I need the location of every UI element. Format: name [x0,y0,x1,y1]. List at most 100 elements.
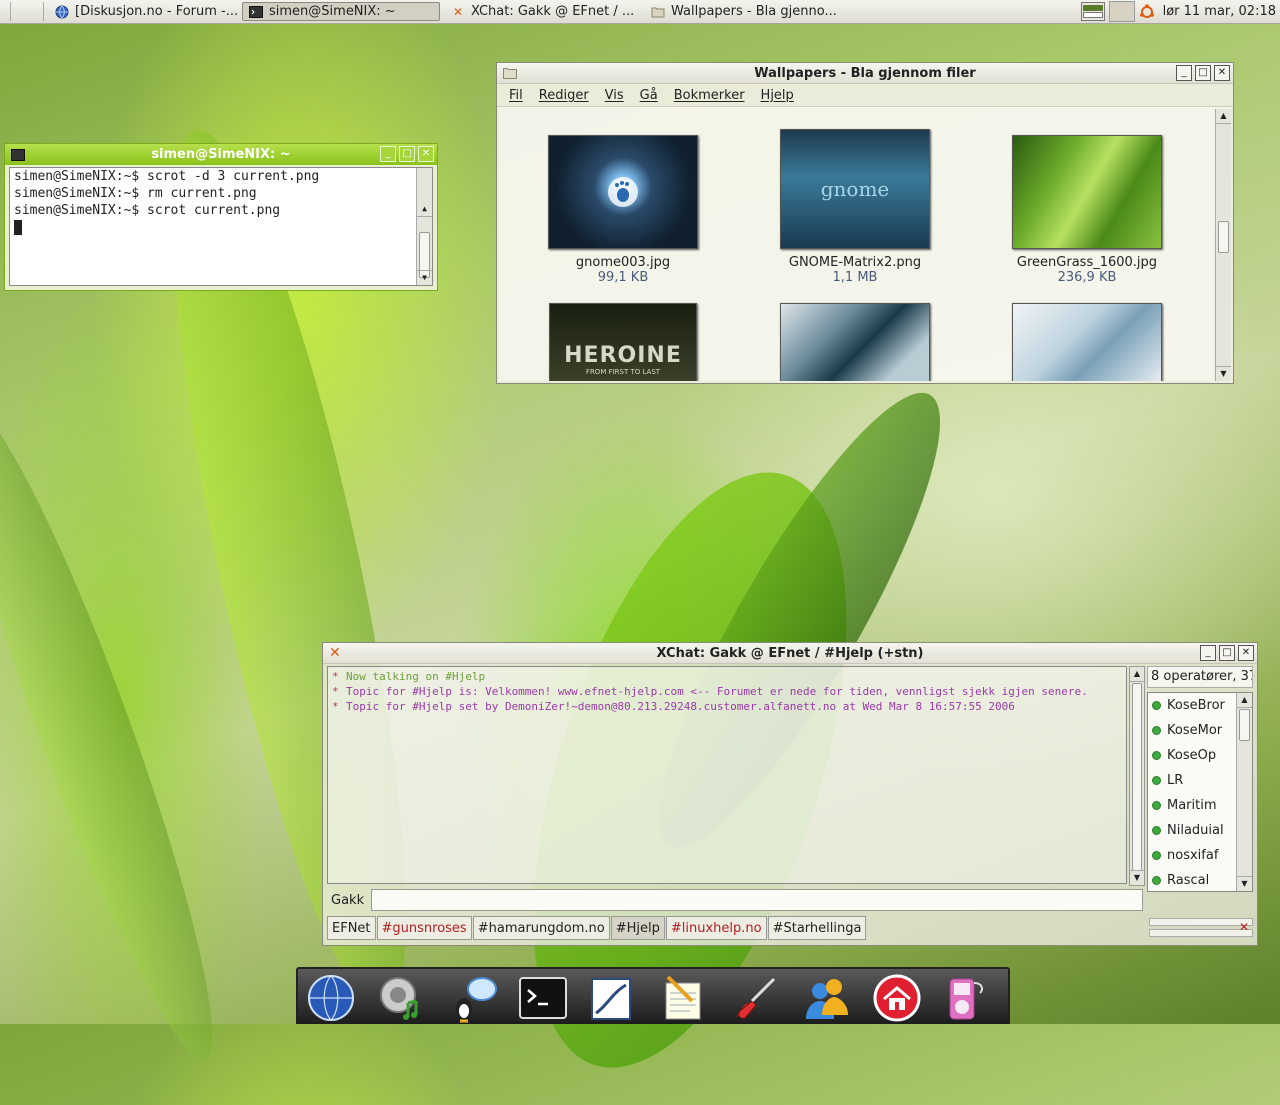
workspace-switcher-secondary[interactable] [1108,1,1135,22]
file-thumbnail [780,303,930,381]
close-button[interactable]: ✕ [1238,645,1254,661]
lag-meter [1149,918,1253,926]
menu-help[interactable]: Hjelp [761,88,794,103]
user-list-scrollbar[interactable]: ▲ ▼ [1236,693,1252,891]
gnome-foot-icon [608,177,638,207]
notepad-icon[interactable] [656,971,710,1025]
terminal-titlebar[interactable]: simen@SimeNIX: ~ _ □ ✕ [5,144,437,165]
tab-hjelp[interactable]: #Hjelp [610,916,665,940]
user-list[interactable]: KoseBror KoseMor KoseOp LR Maritim Nilad… [1147,692,1253,892]
scrollbar-thumb[interactable] [1132,683,1142,871]
ubuntu-icon[interactable] [1139,3,1155,20]
scroll-down-arrow[interactable]: ▼ [1216,366,1231,381]
messenger-icon[interactable] [798,971,852,1025]
nick-button[interactable]: Gakk [327,893,371,908]
menu-file[interactable]: Fil [509,88,523,103]
task-browser[interactable]: [Diskusjon.no - Forum -... [48,2,238,21]
tab-linuxhelp[interactable]: #linuxhelp.no [665,916,767,940]
file-thumbnail [1012,303,1162,381]
file-item-heroine[interactable]: HEROINE FROM FIRST TO LAST [533,303,713,381]
maximize-button[interactable]: □ [1195,65,1211,81]
icon-view[interactable]: gnome003.jpg 99,1 KB gnome GNOME-Matrix2… [499,107,1231,381]
scrollbar-thumb[interactable] [1239,709,1250,741]
scroll-down-arrow[interactable]: ▼ [1237,876,1252,891]
scroll-up-arrow[interactable]: ▲ [417,202,432,217]
minimize-button[interactable]: _ [1176,65,1192,81]
task-terminal[interactable]: simen@SimeNIX: ~ [242,2,440,21]
speaker-music-icon[interactable] [374,971,428,1025]
application-dock [296,967,1010,1024]
channel-tabs: EFNet #gunsnroses #hamarungdom.no #Hjelp… [327,916,867,942]
tab-efnet[interactable]: EFNet [327,916,376,940]
scroll-up-arrow[interactable]: ▲ [1237,693,1252,708]
task-xchat[interactable]: ✕ XChat: Gakk @ EFnet / ... [444,2,640,21]
maximize-button[interactable]: □ [1219,645,1235,661]
user-status-icon [1152,801,1161,810]
scrollbar-thumb[interactable] [1218,221,1229,253]
operator-count: 8 operatører, 37 [1147,666,1253,688]
ipod-icon[interactable] [938,971,992,1025]
grass-leaf-decoration [0,385,247,1075]
menu-edit[interactable]: Rediger [539,88,589,103]
terminal-line: simen@SimeNIX:~$ scrot current.png [14,203,281,218]
scroll-down-arrow[interactable]: ▼ [417,270,432,285]
chat-scrollbar[interactable]: ▲ ▼ [1129,666,1145,886]
minimize-button[interactable]: _ [1200,645,1216,661]
terminal-line: simen@SimeNIX:~$ rm current.png [14,186,257,201]
user-status-icon [1152,776,1161,785]
minimize-button[interactable]: _ [380,146,396,162]
scroll-down-arrow[interactable]: ▼ [1130,870,1144,885]
task-file-browser[interactable]: Wallpapers - Bla gjenno... [644,2,840,21]
user-status-icon [1152,876,1161,885]
terminal-scrollbar[interactable]: ▲ ▼ [416,168,432,285]
terminal-output[interactable]: simen@SimeNIX:~$ scrot -d 3 current.png … [9,167,433,286]
window-title: simen@SimeNIX: ~ [151,147,291,162]
tab-starhellinga[interactable]: #Starhellinga [767,916,867,940]
file-item-abstract-2[interactable] [997,303,1177,381]
file-thumbnail [548,135,698,249]
terminal-icon[interactable] [516,971,570,1025]
xchat-titlebar[interactable]: ✕ XChat: Gakk @ EFnet / #Hjelp (+stn) _ … [323,643,1257,664]
maximize-button[interactable]: □ [399,146,415,162]
scroll-up-arrow[interactable]: ▲ [1216,109,1231,124]
menu-go[interactable]: Gå [640,88,658,103]
tab-hamarungdom[interactable]: #hamarungdom.no [472,916,610,940]
file-name: GNOME-Matrix2.png [788,255,922,270]
message-input[interactable] [371,889,1143,911]
guitar-icon[interactable] [728,971,782,1025]
close-tab-icon[interactable]: ✕ [1239,920,1249,934]
file-item-gnome-matrix2[interactable]: gnome GNOME-Matrix2.png 1,1 MB [765,129,945,285]
file-browser-titlebar[interactable]: Wallpapers - Bla gjennom filer _ □ ✕ [497,63,1233,84]
file-item-greengrass[interactable]: GreenGrass_1600.jpg 236,9 KB [997,135,1177,285]
file-size: 236,9 KB [1057,270,1117,285]
heroine-subtitle: FROM FIRST TO LAST [585,368,661,376]
globe-icon [55,5,69,19]
panel-handle[interactable] [13,2,44,21]
clock[interactable]: lør 11 mar, 02:18 [1163,4,1276,19]
file-name: gnome003.jpg [575,255,671,270]
file-item-gnome003[interactable]: gnome003.jpg 99,1 KB [533,135,713,285]
workspace-switcher[interactable] [1080,2,1105,21]
file-item-abstract-1[interactable] [765,303,945,381]
xchat-icon: ✕ [452,4,464,19]
office-icon[interactable] [584,971,638,1025]
close-button[interactable]: ✕ [418,146,434,162]
file-browser-scrollbar[interactable]: ▲ ▼ [1215,109,1231,381]
menu-view[interactable]: Vis [605,88,624,103]
gnome-logo-text: gnome [820,177,890,201]
home-icon[interactable] [870,971,924,1025]
file-name: GreenGrass_1600.jpg [1016,255,1158,270]
task-label: XChat: Gakk @ EFnet / ... [471,4,635,19]
close-button[interactable]: ✕ [1214,65,1230,81]
tab-gunsnroses[interactable]: #gunsnroses [376,916,472,940]
input-row: Gakk [327,888,1143,912]
menu-bookmarks[interactable]: Bokmerker [674,88,745,103]
chat-log[interactable]: * Now talking on #Hjelp * Topic for #Hjelp… [327,666,1127,884]
chat-penguin-icon[interactable] [446,971,500,1025]
panel-handle[interactable] [2,2,11,21]
terminal-cursor [14,220,22,235]
globe-icon[interactable] [304,971,358,1025]
user-panel: 8 operatører, 37 KoseBror KoseMor KoseOp… [1147,666,1253,916]
folder-icon [651,5,665,19]
scroll-up-arrow[interactable]: ▲ [1130,667,1144,682]
